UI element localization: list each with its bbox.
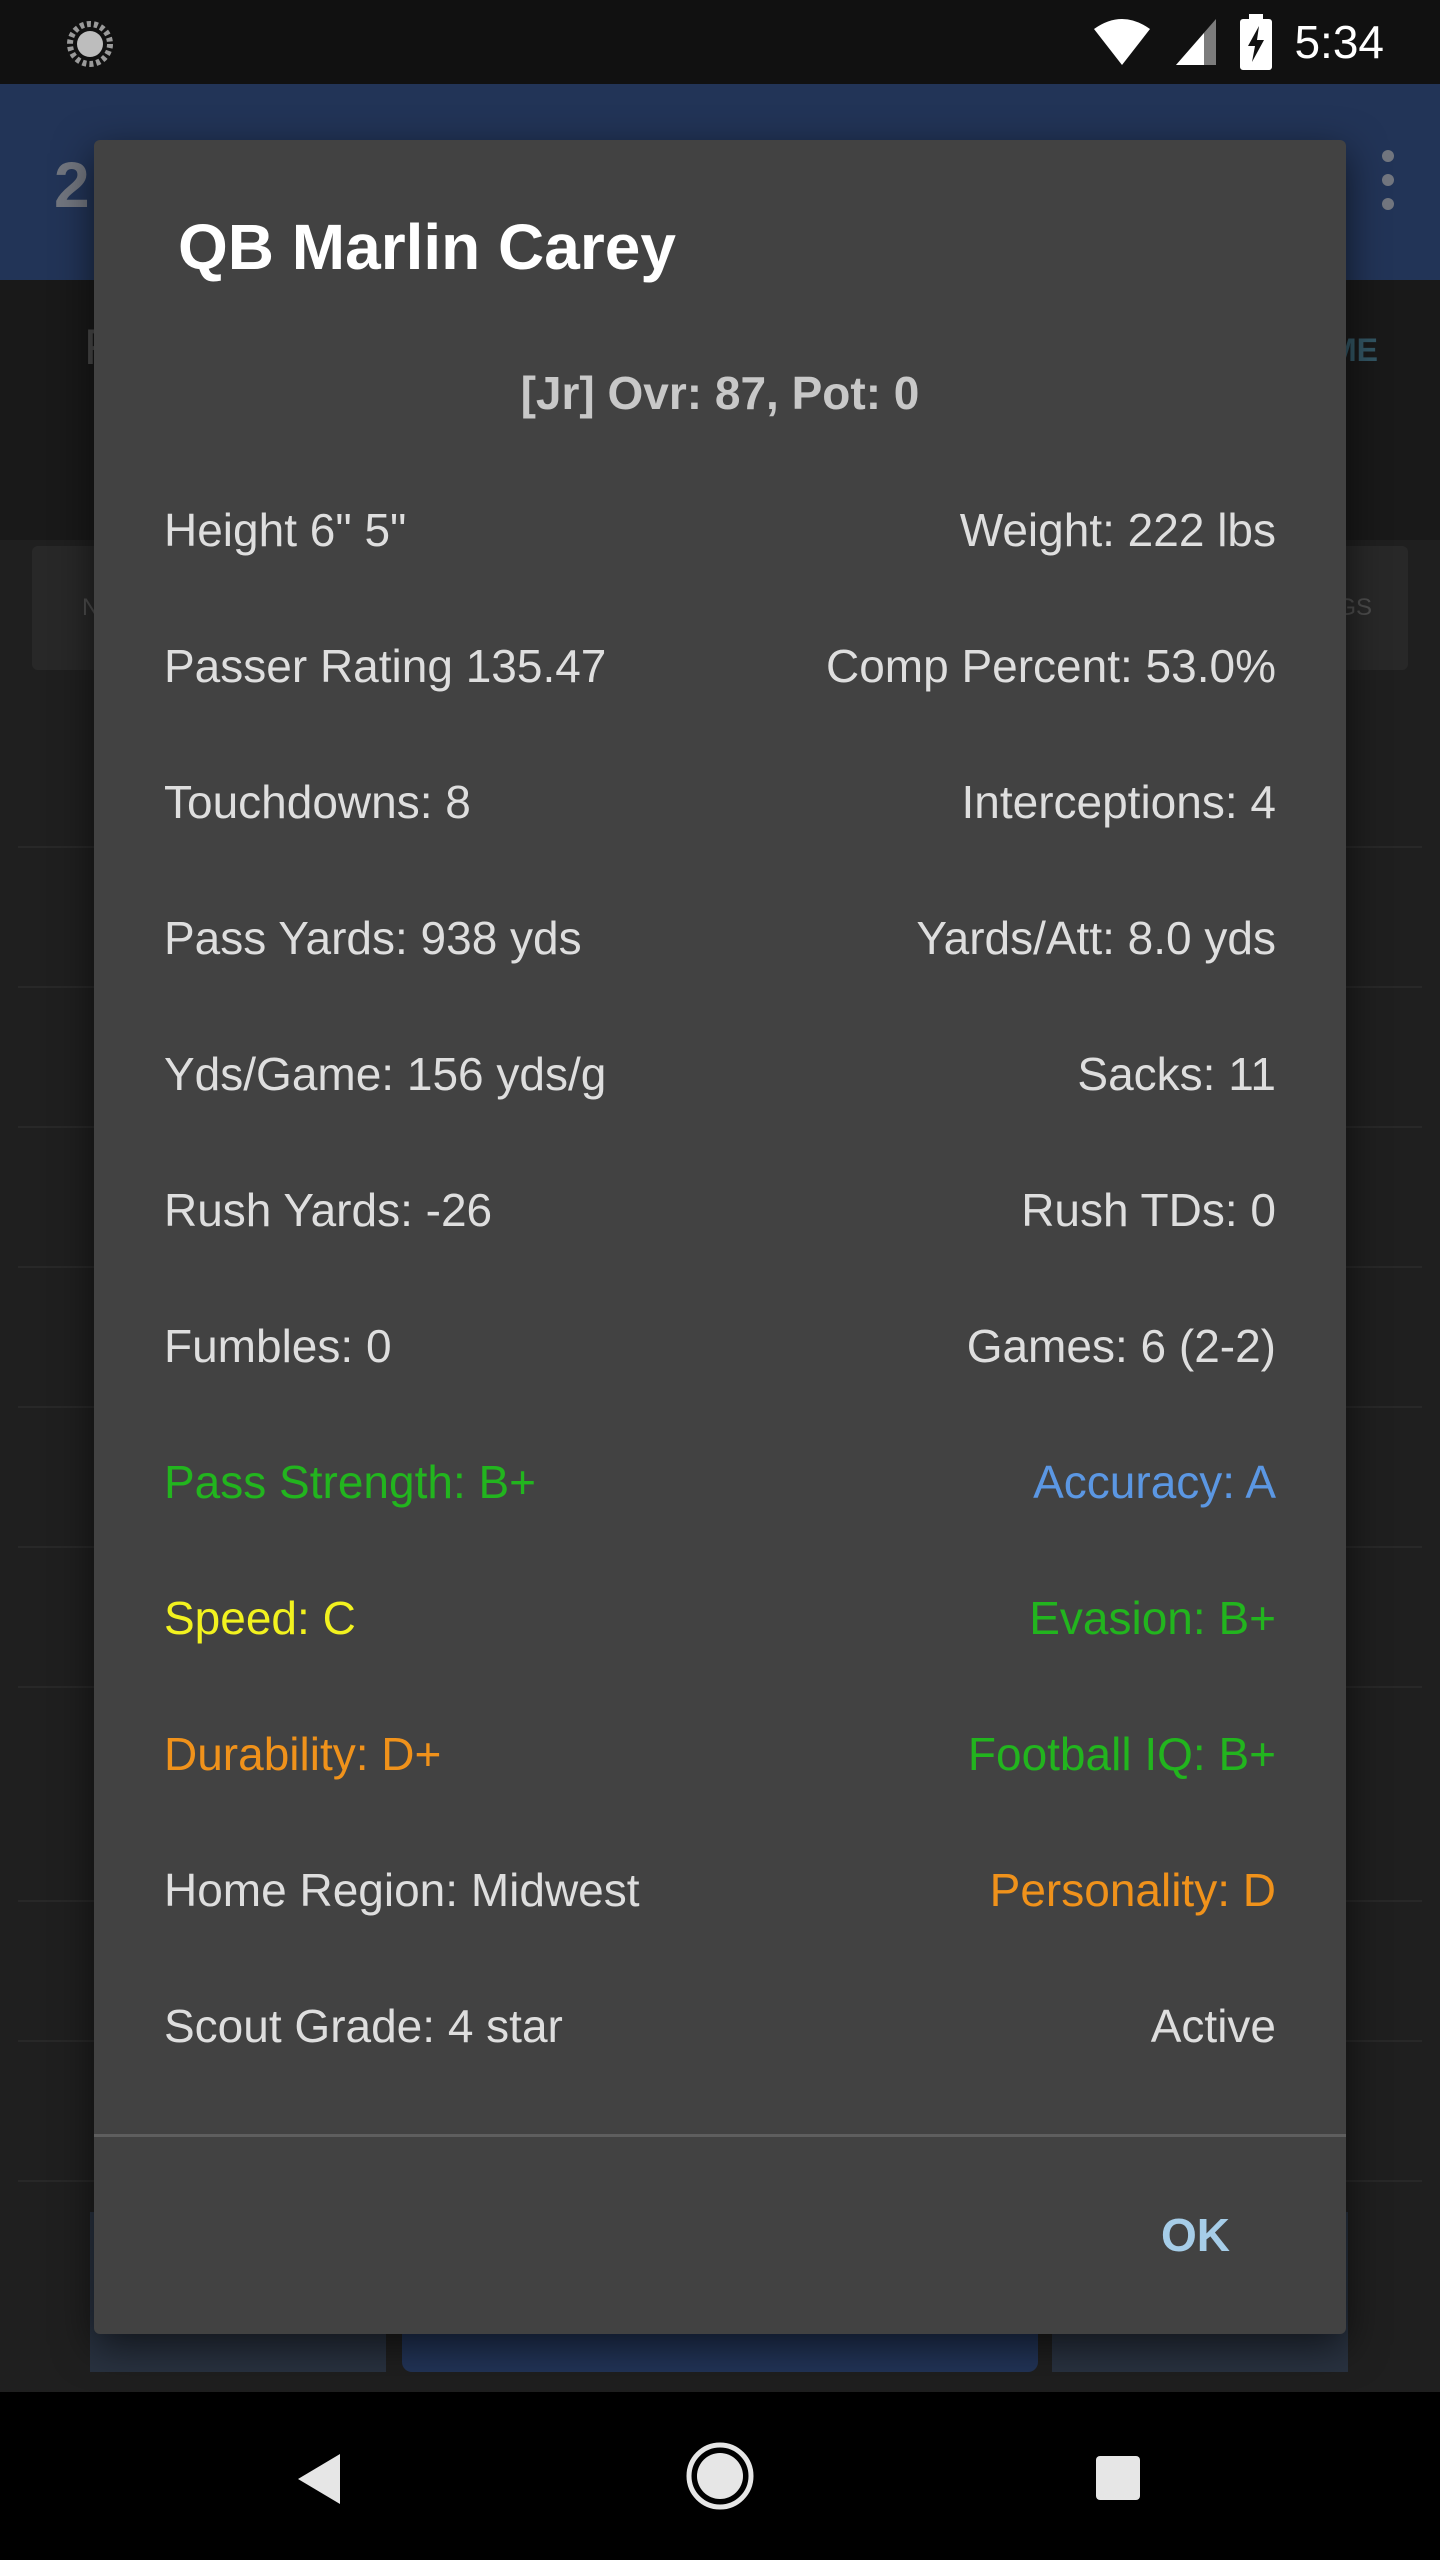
stat-right: Games: 6 (2-2) <box>966 1320 1276 1372</box>
stat-row: Yds/Game: 156 yds/g Sacks: 11 <box>164 1039 1276 1109</box>
stat-row: Pass Yards: 938 yds Yards/Att: 8.0 yds <box>164 903 1276 973</box>
status-bar: 5:34 <box>0 0 1440 84</box>
recents-icon[interactable] <box>1096 2456 1140 2500</box>
stat-row: Speed: C Evasion: B+ <box>164 1583 1276 1653</box>
stat-row: Home Region: Midwest Personality: D <box>164 1855 1276 1925</box>
stat-left: Home Region: Midwest <box>164 1864 640 1916</box>
stat-right: Sacks: 11 <box>1077 1048 1276 1100</box>
stat-right: Interceptions: 4 <box>961 776 1276 828</box>
loading-spinner-icon <box>67 21 113 67</box>
stat-row: Pass Strength: B+ Accuracy: A <box>164 1447 1276 1517</box>
stat-left: Passer Rating 135.47 <box>164 640 607 692</box>
stat-row: Scout Grade: 4 star Active <box>164 1991 1276 2061</box>
stat-left: Yds/Game: 156 yds/g <box>164 1048 607 1100</box>
back-icon[interactable] <box>296 2452 344 2506</box>
stat-row: Height 6" 5" Weight: 222 lbs <box>164 495 1276 565</box>
dialog-subtitle: [Jr] Ovr: 87, Pot: 0 <box>520 367 920 419</box>
stat-right: Football IQ: B+ <box>967 1728 1276 1780</box>
stat-row: Touchdowns: 8 Interceptions: 4 <box>164 767 1276 837</box>
dialog-title: QB Marlin Carey <box>178 211 676 283</box>
stat-right: Evasion: B+ <box>1029 1592 1276 1644</box>
stat-right: Weight: 222 lbs <box>959 504 1276 556</box>
stat-right: Accuracy: A <box>1033 1456 1276 1508</box>
stat-left: Height 6" 5" <box>164 504 407 556</box>
stat-left: Touchdowns: 8 <box>164 776 471 828</box>
dialog-divider <box>94 2134 1346 2137</box>
stat-right: Comp Percent: 53.0% <box>825 640 1276 692</box>
stat-left: Scout Grade: 4 star <box>164 2000 563 2052</box>
stat-left: Fumbles: 0 <box>164 1320 392 1372</box>
stat-left: Speed: C <box>164 1592 356 1644</box>
stat-right: Active <box>1150 2000 1276 2052</box>
stat-row: Rush Yards: -26 Rush TDs: 0 <box>164 1175 1276 1245</box>
stat-row: Passer Rating 135.47 Comp Percent: 53.0% <box>164 631 1276 701</box>
stat-row: Durability: D+ Football IQ: B+ <box>164 1719 1276 1789</box>
stat-left: Pass Strength: B+ <box>164 1456 537 1508</box>
stat-right: Rush TDs: 0 <box>1021 1184 1276 1236</box>
status-icons: 5:34 <box>1092 14 1384 70</box>
stat-row: Fumbles: 0 Games: 6 (2-2) <box>164 1311 1276 1381</box>
battery-charging-icon <box>1240 14 1273 70</box>
stat-left: Durability: D+ <box>164 1728 442 1780</box>
cell-signal-icon <box>1176 19 1217 65</box>
ok-button[interactable]: OK <box>1149 2200 1242 2270</box>
wifi-icon <box>1094 19 1151 65</box>
status-time: 5:34 <box>1294 16 1384 68</box>
stat-right: Yards/Att: 8.0 yds <box>916 912 1276 964</box>
stat-right: Personality: D <box>989 1864 1276 1916</box>
stat-left: Rush Yards: -26 <box>164 1184 493 1236</box>
stat-left: Pass Yards: 938 yds <box>164 912 582 964</box>
player-dialog: QB Marlin Carey [Jr] Ovr: 87, Pot: 0 Hei… <box>94 140 1346 2334</box>
home-icon[interactable] <box>686 2442 754 2510</box>
